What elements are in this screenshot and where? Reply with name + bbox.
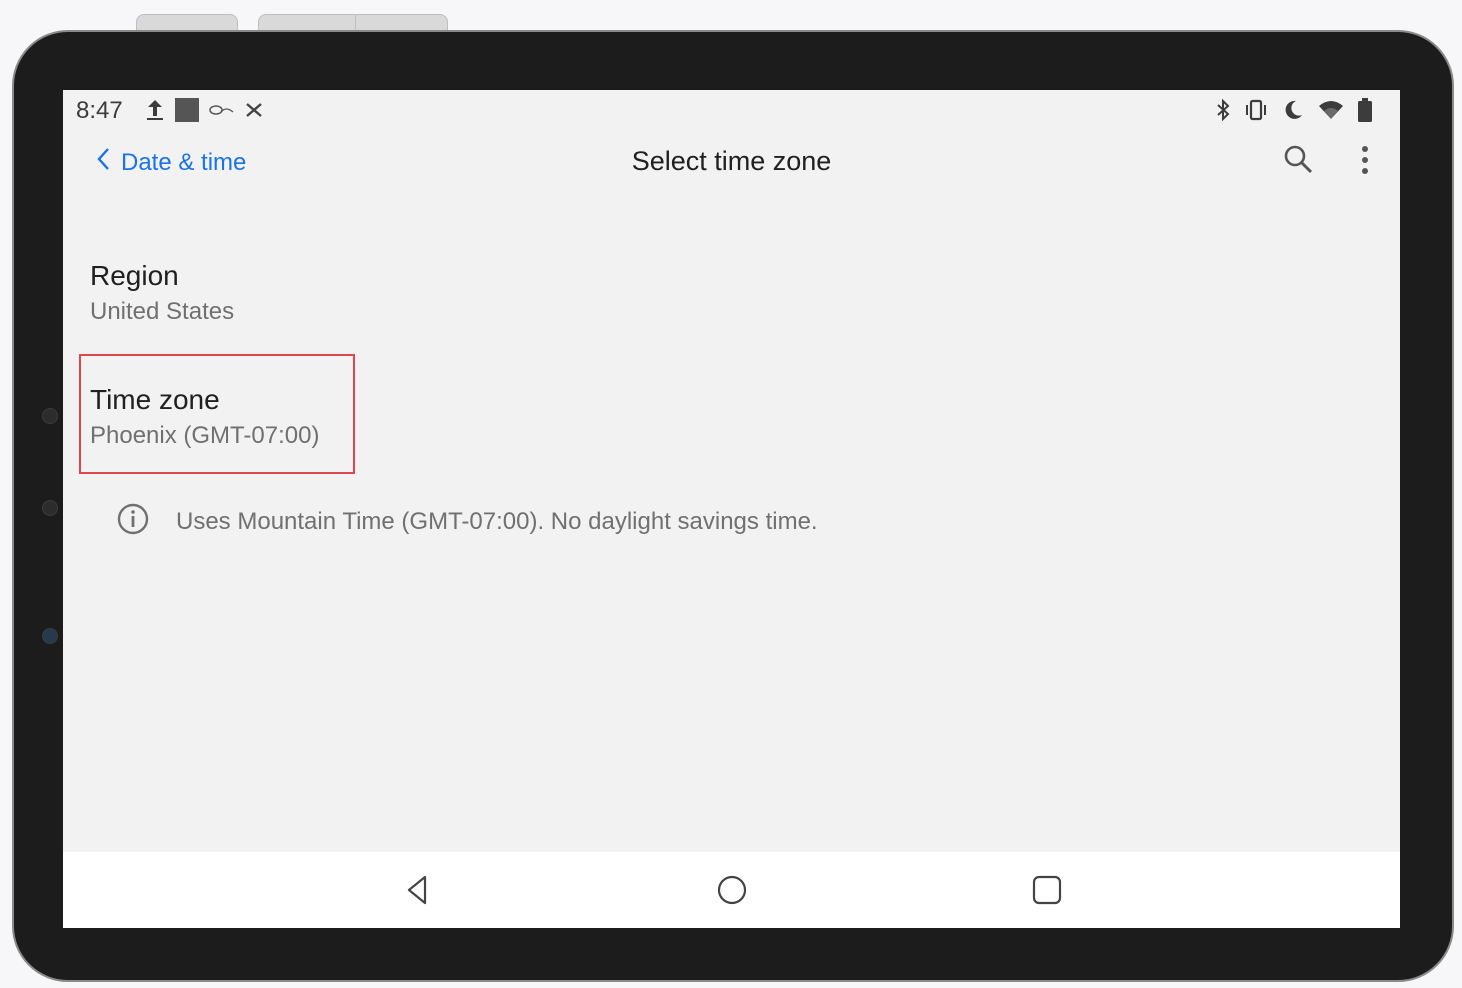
device-screen: 8:47 Date & time Select time zone Region… [63, 90, 1400, 928]
region-preference[interactable]: Region United States [90, 258, 234, 330]
sensor-icon [42, 500, 58, 516]
time-zone-title: Time zone [90, 384, 220, 415]
navigation-bar [63, 852, 1400, 928]
upload-icon [145, 98, 165, 127]
nav-home-button[interactable] [714, 872, 750, 908]
time-zone-summary: Phoenix (GMT-07:00) [90, 422, 320, 449]
bug-icon [245, 101, 263, 124]
status-bar: 8:47 [63, 90, 1400, 130]
more-options-button[interactable] [1351, 142, 1379, 178]
more-vert-icon [1351, 146, 1379, 182]
notification-square-icon [175, 98, 199, 127]
battery-icon [1358, 98, 1372, 127]
time-zone-info-footer: Uses Mountain Time (GMT-07:00). No dayli… [116, 502, 818, 541]
app-bar: Date & time Select time zone [63, 130, 1400, 194]
page-title: Select time zone [631, 146, 832, 176]
info-text: Uses Mountain Time (GMT-07:00). No dayli… [176, 507, 818, 535]
search-button[interactable] [1281, 142, 1317, 178]
triangle-back-icon [399, 875, 435, 912]
circle-home-icon [714, 875, 750, 912]
region-summary: United States [90, 298, 235, 325]
info-icon [116, 502, 150, 541]
wifi-icon [1318, 99, 1344, 126]
nav-recents-button[interactable] [1029, 872, 1065, 908]
vibrate-icon [1244, 99, 1268, 126]
status-clock: 8:47 [76, 97, 123, 124]
time-zone-preference[interactable]: Time zone Phoenix (GMT-07:00) [90, 382, 319, 454]
front-camera-icon [42, 628, 58, 644]
do-not-disturb-moon-icon [1282, 99, 1304, 126]
bluetooth-icon [1216, 98, 1230, 126]
square-recents-icon [1029, 875, 1065, 912]
nav-back-button[interactable] [399, 872, 435, 908]
region-title: Region [90, 260, 179, 291]
camera-icon [42, 408, 58, 424]
search-icon [1281, 145, 1317, 182]
app-notification-icon [209, 102, 235, 123]
